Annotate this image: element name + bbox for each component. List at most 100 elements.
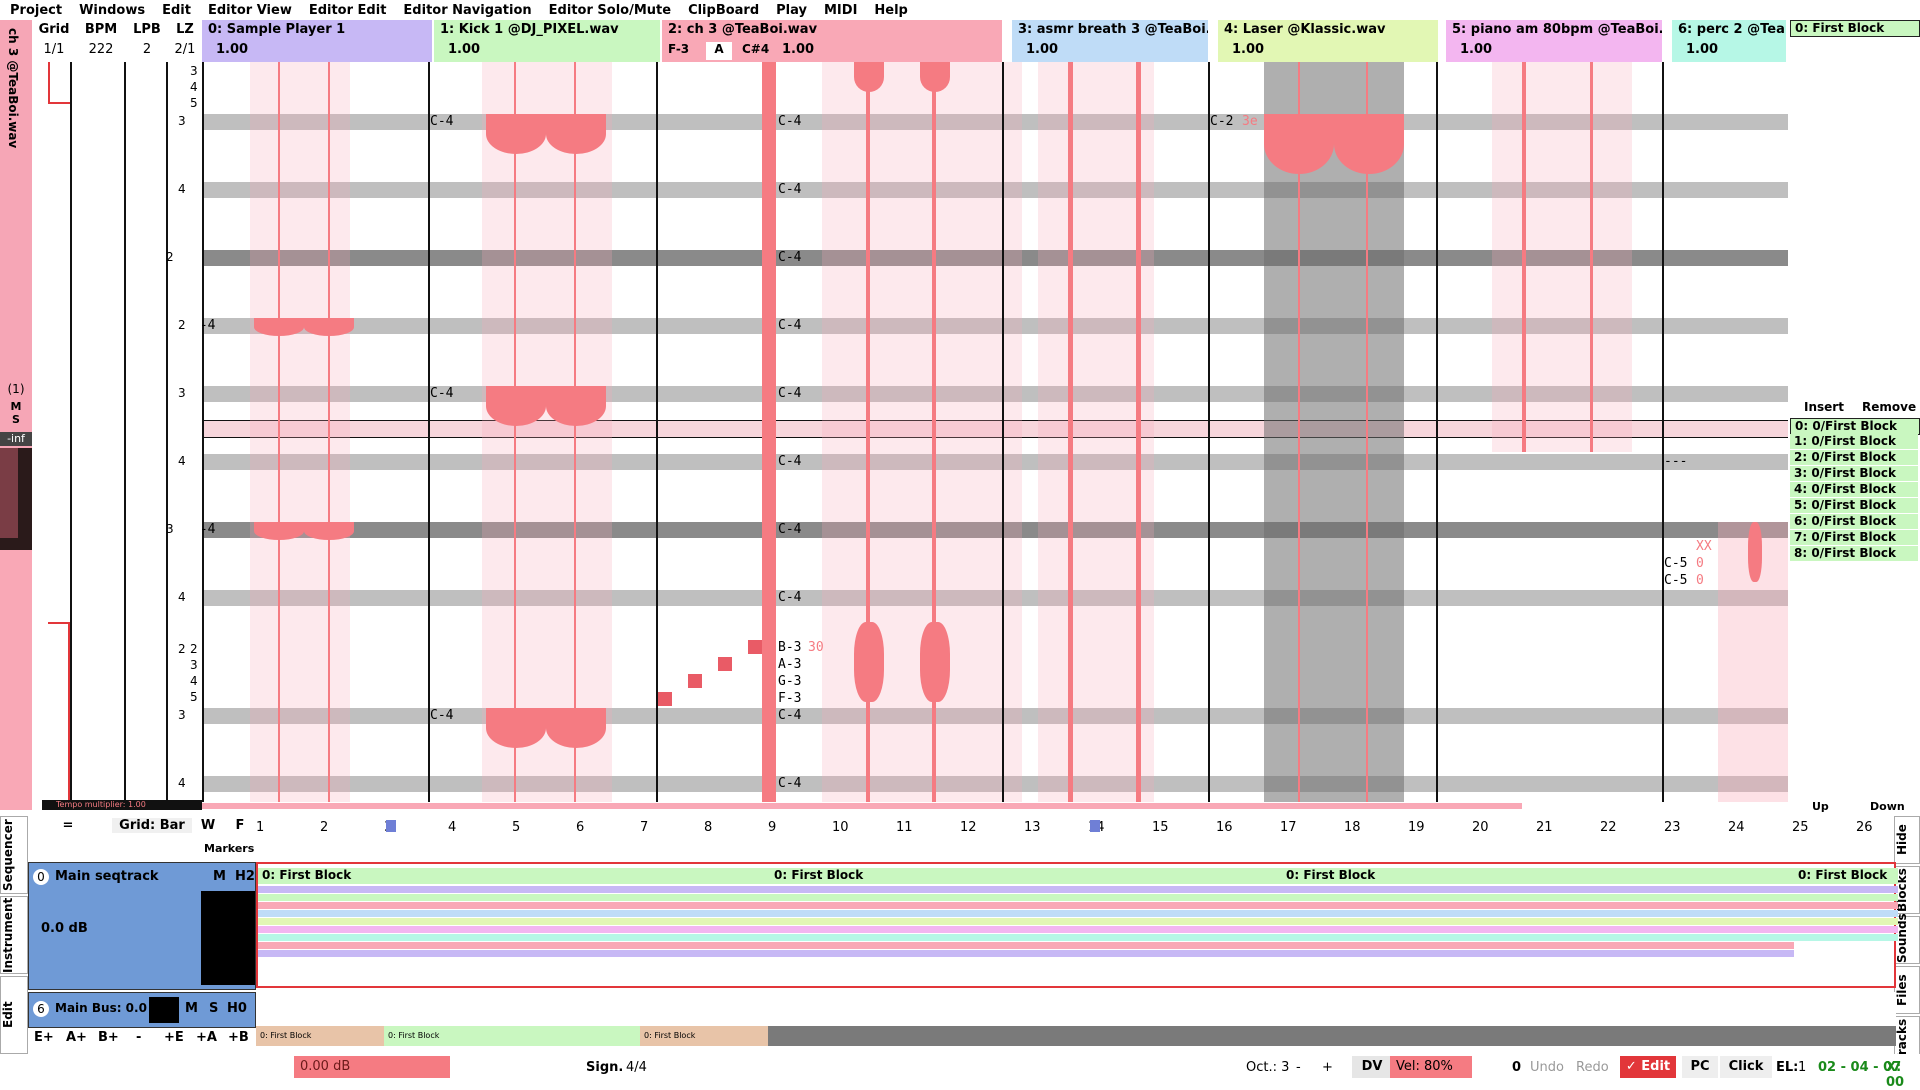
velocity-slider[interactable]: Vel: 80%: [1390, 1056, 1472, 1078]
fx-cell[interactable]: XX: [1696, 539, 1712, 554]
seqtrack-lane[interactable]: 0: First Block 0: First Block 0: First B…: [256, 862, 1898, 988]
mini-block[interactable]: 0: First Block: [640, 1026, 768, 1046]
menu-editor-edit[interactable]: Editor Edit: [299, 3, 394, 18]
note-cell[interactable]: C-4: [778, 318, 801, 333]
block-list-item[interactable]: 8: 0/First Block: [1790, 546, 1918, 561]
loop-start-marker[interactable]: [386, 820, 396, 832]
note-cell[interactable]: C-5: [1664, 556, 1687, 571]
b-plus-button[interactable]: B+: [98, 1030, 119, 1045]
tab-sequencer[interactable]: Sequencer: [0, 816, 28, 894]
pc-button[interactable]: PC: [1682, 1056, 1718, 1078]
track-col-a[interactable]: A: [706, 42, 732, 60]
note-cell[interactable]: C-4: [778, 386, 801, 401]
pattern-editor[interactable]: C-4 C-4 C-4 C-4 C-4 C-4 C-4 C-4 C-4 C-4 …: [202, 62, 1788, 802]
instrument-mute-button[interactable]: M: [0, 400, 32, 413]
bus-solo-button[interactable]: S: [209, 1001, 218, 1016]
note-cell[interactable]: C-5: [1664, 573, 1687, 588]
note-cell[interactable]: F-3: [778, 691, 801, 706]
tab-edit[interactable]: Edit: [0, 976, 28, 1054]
block-list-item[interactable]: 4: 0/First Block: [1790, 482, 1918, 497]
note-cell[interactable]: C-4: [778, 776, 801, 791]
menu-edit[interactable]: Edit: [152, 3, 198, 18]
track-header-6[interactable]: 6: perc 2 @TeaBoi.v 1.00: [1672, 20, 1786, 62]
block-list-item[interactable]: 7: 0/First Block: [1790, 530, 1918, 545]
volume-slider[interactable]: 0.00 dB: [294, 1056, 450, 1078]
dv-button[interactable]: DV: [1352, 1056, 1392, 1078]
w-button[interactable]: W: [196, 818, 220, 833]
menu-midi[interactable]: MIDI: [814, 3, 864, 18]
lz-column[interactable]: LZ 2/1: [168, 20, 202, 60]
bus-mute-button[interactable]: M: [185, 1001, 198, 1016]
bpm-column[interactable]: BPM 222: [76, 20, 126, 60]
track-header-0[interactable]: 0: Sample Player 1 1.00: [202, 20, 432, 62]
note-cell[interactable]: C-4: [430, 708, 453, 723]
block-list-item[interactable]: 1: 0/First Block: [1790, 434, 1918, 449]
note-cell[interactable]: C-4: [430, 386, 453, 401]
seq-block[interactable]: 0: First Block: [258, 868, 770, 970]
bus-lane[interactable]: [256, 992, 1896, 1026]
instrument-solo-button[interactable]: S: [0, 413, 32, 426]
click-button[interactable]: Click: [1720, 1056, 1772, 1078]
track-header-3[interactable]: 3: asmr breath 3 @TeaBoi.wav 1.00: [1012, 20, 1208, 62]
equals-button[interactable]: =: [58, 818, 78, 833]
plus-e-button[interactable]: +E: [164, 1030, 184, 1045]
seq-block[interactable]: 0: First Block: [770, 868, 1282, 970]
minus-button[interactable]: -: [136, 1030, 141, 1045]
note-cell[interactable]: C-4: [778, 522, 801, 537]
block-overview[interactable]: 0: First Block 0: First Block 0: First B…: [256, 1026, 1896, 1046]
note-cell[interactable]: G-3: [778, 674, 801, 689]
seq-block[interactable]: 0: First Block: [1794, 868, 1898, 970]
track-col-csharp[interactable]: C#4: [742, 42, 769, 56]
menu-editor-navigation[interactable]: Editor Navigation: [393, 3, 538, 18]
menu-editor-view[interactable]: Editor View: [198, 3, 299, 18]
note-cell[interactable]: C-4: [778, 182, 801, 197]
menu-windows[interactable]: Windows: [69, 3, 152, 18]
insert-block-button[interactable]: Insert: [1804, 400, 1844, 414]
mini-block[interactable]: 0: First Block: [256, 1026, 384, 1046]
volume-cell[interactable]: 30: [808, 640, 824, 655]
loop-end-marker[interactable]: [1090, 820, 1100, 832]
note-cell[interactable]: C-4: [202, 318, 215, 333]
note-cell[interactable]: A-3: [778, 657, 801, 672]
editor-h-scrollbar[interactable]: [202, 802, 1788, 810]
plus-a-button[interactable]: +A: [196, 1030, 217, 1045]
block-list-item[interactable]: 0: 0/First Block: [1790, 418, 1920, 435]
note-cell[interactable]: C-4: [778, 114, 801, 129]
note-cell[interactable]: C-4: [778, 590, 801, 605]
grid-column[interactable]: Grid 1/1: [32, 20, 76, 60]
menu-play[interactable]: Play: [766, 3, 814, 18]
track-header-2[interactable]: 2: ch 3 @TeaBoi.wav F-3 A C#4 1.00: [662, 20, 1002, 62]
f-button[interactable]: F: [228, 818, 252, 833]
track-volume-3[interactable]: 1.00: [1012, 40, 1208, 60]
volume-cell[interactable]: 3e: [1242, 114, 1258, 129]
note-cell[interactable]: C-4: [778, 250, 801, 265]
lpb-column[interactable]: LPB 2: [126, 20, 168, 60]
note-cell[interactable]: C-4: [430, 114, 453, 129]
bus-h0-button[interactable]: H0: [227, 1001, 247, 1016]
note-cell[interactable]: C-4: [202, 522, 215, 537]
track-header-5[interactable]: 5: piano am 80bpm @TeaBoi.wav 1.00: [1446, 20, 1662, 62]
note-cell[interactable]: B-3: [778, 640, 801, 655]
tempo-multiplier[interactable]: Tempo multiplier: 1.00: [42, 800, 202, 810]
volume-cell[interactable]: 0: [1696, 573, 1704, 588]
block-list-item[interactable]: 6: 0/First Block: [1790, 514, 1918, 529]
current-block[interactable]: 0: First Block: [1790, 20, 1920, 37]
block-list-item[interactable]: 3: 0/First Block: [1790, 466, 1918, 481]
redo-button[interactable]: Redo: [1576, 1060, 1609, 1075]
menu-project[interactable]: Project: [0, 3, 69, 18]
seqtrack-header[interactable]: 0 Main seqtrack M H2 0.0 dB: [28, 862, 256, 990]
menu-clipboard[interactable]: ClipBoard: [678, 3, 766, 18]
octave-plus-button[interactable]: +: [1322, 1060, 1333, 1075]
seqtrack-mute-button[interactable]: M: [213, 869, 226, 884]
a-plus-button[interactable]: A+: [66, 1030, 87, 1045]
track-header-4[interactable]: 4: Laser @Klassic.wav 1.00: [1218, 20, 1438, 62]
tab-files[interactable]: Files: [1894, 966, 1920, 1014]
octave-minus-button[interactable]: -: [1296, 1060, 1301, 1075]
plus-b-button[interactable]: +B: [228, 1030, 249, 1045]
timeline[interactable]: 1 2 3 4 5 6 7 8 9 10 11 12 13 14 15 16 1…: [256, 812, 1896, 860]
track-volume-0[interactable]: 1.00: [202, 40, 432, 60]
block-list-item[interactable]: 2: 0/First Block: [1790, 450, 1918, 465]
seqtrack-h2-button[interactable]: H2: [235, 869, 255, 884]
note-cell[interactable]: C-2: [1210, 114, 1233, 129]
remove-block-button[interactable]: Remove: [1862, 400, 1916, 414]
